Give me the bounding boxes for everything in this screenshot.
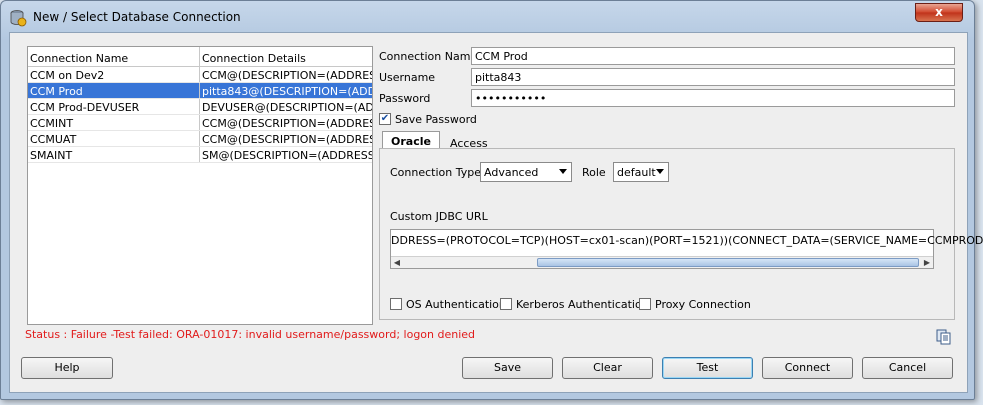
kerberos-authentication-checkbox[interactable] [500, 298, 512, 310]
close-button[interactable]: x [915, 3, 963, 22]
dialog-content: Connection Name Connection Details CCM o… [9, 32, 983, 393]
clear-button[interactable]: Clear [562, 357, 653, 379]
os-authentication-checkbox[interactable] [390, 298, 402, 310]
row-connection-name: SMAINT [28, 147, 200, 162]
password-field[interactable]: ••••••••••• [471, 89, 955, 107]
header-connection-name[interactable]: Connection Name [28, 47, 200, 66]
row-connection-name: CCM Prod [28, 83, 200, 98]
status-message: Status : Failure -Test failed: ORA-01017… [25, 328, 476, 341]
horizontal-scrollbar[interactable]: ◀ ▶ [391, 256, 933, 268]
row-connection-details: pitta843@(DESCRIPTION=(ADD... [202, 85, 372, 98]
row-connection-name: CCM on Dev2 [28, 67, 200, 82]
row-connection-details: DEVUSER@(DESCRIPTION=(AD... [202, 101, 372, 114]
row-connection-details: CCM@(DESCRIPTION=(ADDRESS [202, 69, 372, 82]
role-value: default [617, 166, 656, 179]
dialog-window: New / Select Database Connection x Conne… [0, 0, 983, 400]
table-row[interactable]: CCMUAT CCM@(DESCRIPTION=(ADDRES... [28, 131, 372, 147]
connection-name-label: Connection Name [379, 50, 478, 63]
connection-type-label: Connection Type [390, 166, 482, 179]
chevron-down-icon [559, 169, 567, 174]
scrollbar-thumb[interactable] [537, 258, 919, 267]
row-connection-details: SM@(DESCRIPTION=(ADDRESS ... [202, 149, 372, 162]
table-row-selected[interactable]: CCM Prod pitta843@(DESCRIPTION=(ADD... [28, 83, 372, 99]
table-row[interactable]: SMAINT SM@(DESCRIPTION=(ADDRESS ... [28, 147, 372, 163]
role-select[interactable]: default [613, 162, 669, 182]
connect-button[interactable]: Connect [762, 357, 853, 379]
connection-type-select[interactable]: Advanced [480, 162, 572, 182]
jdbc-url-field[interactable]: DDRESS=(PROTOCOL=TCP)(HOST=cx01-scan)(PO… [390, 229, 983, 269]
oracle-tab-panel: Connection Type Advanced Role default Cu… [379, 148, 983, 320]
close-icon: x [935, 5, 943, 19]
chevron-left-icon[interactable]: ◀ [391, 257, 403, 268]
username-field[interactable]: pitta843 [471, 68, 955, 86]
database-icon [10, 10, 27, 27]
title-bar[interactable]: New / Select Database Connection x [1, 1, 974, 33]
table-row[interactable]: CCM Prod-DEVUSER DEVUSER@(DESCRIPTION=(A… [28, 99, 372, 115]
kerberos-authentication-label: Kerberos Authentication [516, 298, 649, 311]
role-label: Role [582, 166, 606, 179]
save-password-checkbox[interactable]: ✔ [379, 113, 391, 125]
connection-table[interactable]: Connection Name Connection Details CCM o… [27, 46, 373, 325]
proxy-connection-checkbox[interactable] [639, 298, 651, 310]
test-button[interactable]: Test [662, 357, 753, 379]
checkmark-icon: ✔ [380, 113, 390, 124]
help-button[interactable]: Help [21, 357, 113, 379]
proxy-connection-label: Proxy Connection [655, 298, 751, 311]
row-connection-details: CCM@(DESCRIPTION=(ADDRES... [202, 117, 372, 130]
username-label: Username [379, 71, 436, 84]
save-password-label: Save Password [395, 113, 477, 126]
jdbc-url-label: Custom JDBC URL [390, 210, 488, 223]
connection-name-field[interactable]: CCM Prod [471, 47, 955, 65]
header-connection-details[interactable]: Connection Details [200, 47, 372, 66]
row-connection-details: CCM@(DESCRIPTION=(ADDRES... [202, 133, 372, 146]
window-title: New / Select Database Connection [33, 10, 241, 24]
table-header: Connection Name Connection Details [28, 47, 372, 67]
copy-icon[interactable] [936, 329, 952, 345]
row-connection-name: CCMINT [28, 115, 200, 130]
password-label: Password [379, 92, 431, 105]
connection-type-value: Advanced [484, 166, 539, 179]
chevron-down-icon [656, 169, 664, 174]
table-row[interactable]: CCMINT CCM@(DESCRIPTION=(ADDRES... [28, 115, 372, 131]
jdbc-url-value: DDRESS=(PROTOCOL=TCP)(HOST=cx01-scan)(PO… [391, 234, 983, 247]
cancel-button[interactable]: Cancel [862, 357, 953, 379]
save-button[interactable]: Save [462, 357, 553, 379]
row-connection-name: CCM Prod-DEVUSER [28, 99, 200, 114]
os-authentication-label: OS Authentication [406, 298, 506, 311]
chevron-right-icon[interactable]: ▶ [921, 257, 933, 268]
table-row[interactable]: CCM on Dev2 CCM@(DESCRIPTION=(ADDRESS [28, 67, 372, 83]
row-connection-name: CCMUAT [28, 131, 200, 146]
